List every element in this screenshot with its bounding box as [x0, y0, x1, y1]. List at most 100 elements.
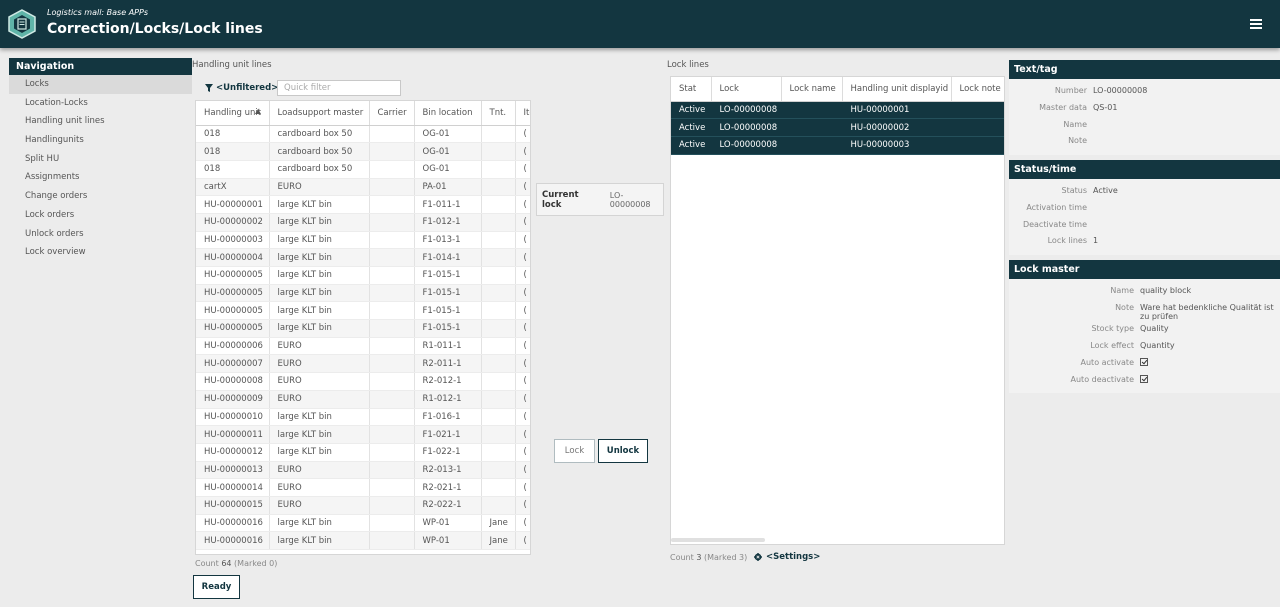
hu-cell: PA-01	[414, 178, 482, 197]
nav-item-lock-overview[interactable]: Lock overview	[9, 243, 192, 262]
hu-table-row[interactable]: cartX EURO PA-01 (	[196, 178, 530, 197]
hu-table-row[interactable]: HU-00000015 EURO R2-022-1 (	[196, 496, 530, 515]
hu-section-label: Handling unit lines	[192, 60, 272, 70]
checkbox-checked-icon[interactable]	[1140, 357, 1148, 366]
hu-table-row[interactable]: 018 cardboard box 50 OG-01 (	[196, 160, 530, 179]
hu-table-row[interactable]: 018 cardboard box 50 OG-01 (	[196, 142, 530, 161]
hu-table-row[interactable]: HU-00000005 large KLT bin F1-015-1 (	[196, 266, 530, 285]
hu-table-row[interactable]: HU-00000001 large KLT bin F1-011-1 (	[196, 195, 530, 214]
hu-cell: 018	[196, 142, 270, 161]
column-header-lock-name[interactable]: Lock name	[781, 77, 843, 102]
nav-item-location-locks[interactable]: Location-Locks	[9, 94, 192, 113]
status-time-title: Status/time	[1009, 160, 1280, 179]
hu-cell: (	[515, 496, 530, 515]
unlock-button[interactable]: Unlock	[598, 439, 648, 463]
column-header-lock-note[interactable]: Lock note	[951, 77, 1004, 102]
filter-icon	[205, 84, 213, 92]
lock-master-field-row: Lock effect Quantity	[1009, 338, 1280, 355]
unfiltered-link[interactable]: <Unfiltered>	[205, 83, 278, 93]
lock-table-row[interactable]: Active LO-00000008 HU-00000002	[671, 118, 1004, 137]
hu-cell	[369, 142, 415, 161]
nav-item-unlock-orders[interactable]: Unlock orders	[9, 225, 192, 244]
hu-cell: HU-00000012	[196, 443, 270, 462]
hu-cell	[481, 443, 516, 462]
hu-cell: (	[515, 142, 530, 161]
lock-lines-section-label: Lock lines	[667, 60, 709, 70]
column-header-loadsupport-master[interactable]: Loadsupport master	[269, 101, 370, 126]
hu-table-row[interactable]: HU-00000009 EURO R1-012-1 (	[196, 390, 530, 409]
text-tag-field-label: Number	[1054, 86, 1087, 95]
column-header-hu-displayid[interactable]: Handling unit displayid	[842, 77, 952, 102]
column-header-tnt[interactable]: Tnt.	[481, 101, 516, 126]
hu-cell	[369, 408, 415, 427]
hu-count-prefix: Count	[195, 559, 219, 568]
lock-cell: LO-00000008	[711, 101, 782, 120]
column-header-lock[interactable]: Lock	[711, 77, 782, 102]
hu-table-row[interactable]: HU-00000014 EURO R2-021-1 (	[196, 478, 530, 497]
hu-cell: (	[515, 248, 530, 267]
hu-cell	[481, 125, 516, 144]
column-header-carrier[interactable]: Carrier	[369, 101, 415, 126]
cube-hexagon-icon[interactable]	[8, 9, 36, 39]
hu-table-row[interactable]: HU-00000008 EURO R2-012-1 (	[196, 372, 530, 391]
nav-item-handling-unit-lines[interactable]: Handling unit lines	[9, 112, 192, 131]
lock-table-row[interactable]: Active LO-00000008 HU-00000003	[671, 136, 1004, 155]
nav-item-change-orders[interactable]: Change orders	[9, 187, 192, 206]
hu-cell	[481, 231, 516, 250]
hu-table-row[interactable]: HU-00000012 large KLT bin F1-022-1 (	[196, 443, 530, 462]
hu-table-row[interactable]: HU-00000016 large KLT bin WP-01 Jane(	[196, 514, 530, 533]
checkbox-checked-icon[interactable]	[1140, 374, 1148, 383]
hu-cell: large KLT bin	[269, 514, 370, 533]
lock-lines-grid: Stat Lock Lock name Handling unit displa…	[670, 76, 1005, 545]
quick-filter-input[interactable]	[277, 80, 401, 96]
hu-cell: (	[515, 337, 530, 356]
nav-item-assignments[interactable]: Assignments	[9, 168, 192, 187]
hu-cell	[481, 496, 516, 515]
hamburger-menu-icon[interactable]	[1250, 19, 1262, 29]
hu-cell: 018	[196, 160, 270, 179]
hu-cell: cardboard box 50	[269, 160, 370, 179]
column-header-stat[interactable]: Stat	[671, 77, 712, 102]
hu-table-row[interactable]: HU-00000006 EURO R1-011-1 (	[196, 337, 530, 356]
hu-cell: Jane	[481, 514, 516, 533]
hu-cell: large KLT bin	[269, 195, 370, 214]
hu-cell: HU-00000008	[196, 372, 270, 391]
lock-cell: Active	[671, 101, 712, 120]
hu-table-row[interactable]: HU-00000005 large KLT bin F1-015-1 (	[196, 301, 530, 321]
nav-item-handlingunits[interactable]: Handlingunits	[9, 131, 192, 150]
settings-link[interactable]: <Settings>	[754, 552, 820, 562]
lock-cell	[781, 101, 843, 120]
lock-button[interactable]: Lock	[554, 439, 595, 463]
hu-table-row[interactable]: HU-00000002 large KLT bin F1-012-1 (	[196, 213, 530, 232]
lock-master-field-label: Lock effect	[1090, 340, 1134, 350]
nav-item-lock-orders[interactable]: Lock orders	[9, 206, 192, 225]
hu-table-row[interactable]: HU-00000003 large KLT bin F1-013-1 (	[196, 231, 530, 250]
current-lock-label: Current lock	[542, 189, 579, 210]
hu-table-row[interactable]: HU-00000011 large KLT bin F1-021-1 (	[196, 425, 530, 444]
hu-cell: HU-00000005	[196, 301, 270, 321]
nav-item-split-hu[interactable]: Split HU	[9, 150, 192, 169]
lock-master-check-row: Auto activate	[1009, 355, 1280, 372]
lock-master-field-row: Name quality block	[1009, 283, 1280, 300]
navigation-panel: Navigation Locks Location-Locks Handling…	[9, 58, 192, 262]
lock-master-field-label: Note	[1115, 302, 1134, 312]
hu-table-row[interactable]: HU-00000005 large KLT bin F1-015-1 (	[196, 284, 530, 303]
column-header-bin-location[interactable]: Bin location	[414, 101, 482, 126]
hu-cell: HU-00000001	[196, 195, 270, 214]
nav-item-locks[interactable]: Locks	[9, 75, 192, 94]
hu-table-row[interactable]: 018 cardboard box 50 OG-01 (	[196, 125, 530, 144]
hu-cell	[369, 390, 415, 409]
hu-table-row[interactable]: HU-00000016 large KLT bin WP-01 Jane(	[196, 531, 530, 550]
column-header-item[interactable]: Ite	[515, 101, 530, 126]
hu-table-row[interactable]: HU-00000005 large KLT bin F1-015-1 (	[196, 319, 530, 338]
hu-table-row[interactable]: HU-00000010 large KLT bin F1-016-1 (	[196, 408, 530, 427]
lock-grid-horizontal-scrollbar[interactable]	[671, 538, 765, 542]
text-tag-field-label: Note	[1068, 136, 1087, 146]
hu-table-row[interactable]: HU-00000004 large KLT bin F1-014-1 (	[196, 248, 530, 267]
hu-cell: R2-012-1	[414, 372, 482, 391]
hu-table-row[interactable]: HU-00000013 EURO R2-013-1 (	[196, 461, 530, 480]
ready-button[interactable]: Ready	[193, 575, 240, 599]
hu-table-row[interactable]: HU-00000007 EURO R2-011-1 (	[196, 354, 530, 374]
hu-cell: large KLT bin	[269, 248, 370, 267]
lock-table-row[interactable]: Active LO-00000008 HU-00000001	[671, 101, 1004, 120]
